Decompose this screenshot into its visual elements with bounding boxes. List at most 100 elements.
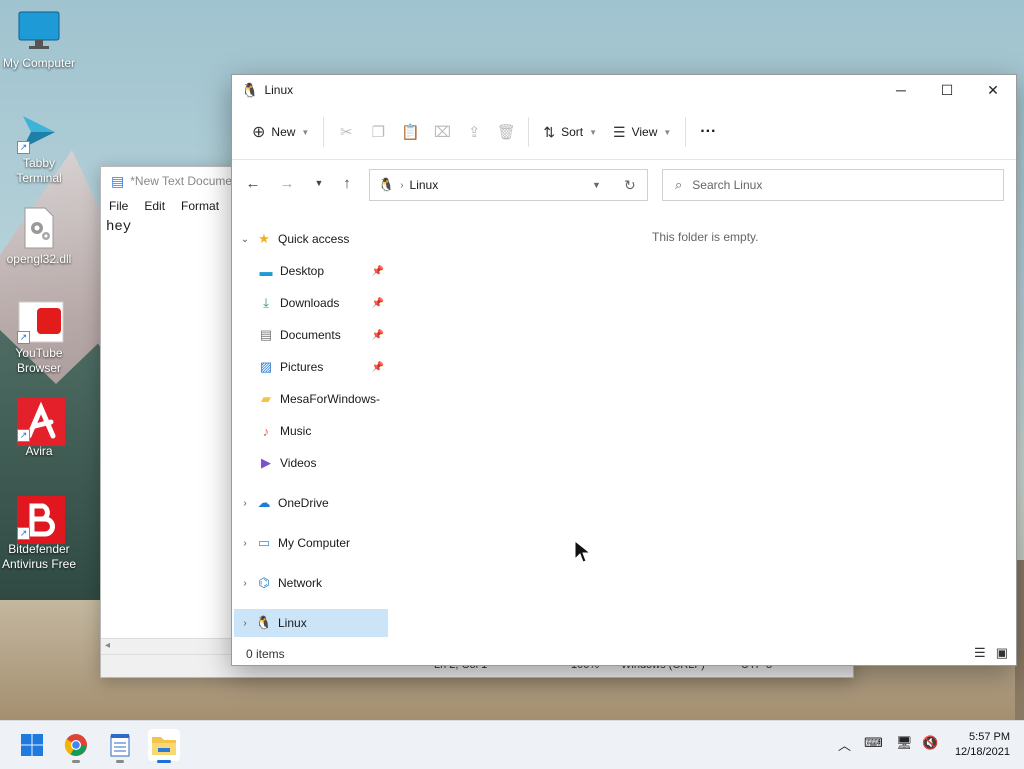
avira-icon: ↗ [17, 398, 65, 446]
scissors-icon: ✂ [340, 124, 353, 141]
desktop-icon-bitdefender[interactable]: ↗ Bitdefender Antivirus Free [0, 496, 78, 572]
chevron-right-icon[interactable]: › [234, 498, 256, 509]
clock-date: 12/18/2021 [954, 746, 1010, 758]
back-button[interactable]: ← [238, 168, 268, 198]
sort-button[interactable]: ⇅ Sort ▼ [535, 116, 605, 148]
nav-item-music[interactable]: ♪ Music [258, 417, 388, 445]
trash-icon: 🗑 [496, 124, 516, 141]
nav-linux[interactable]: › 🐧 Linux [234, 609, 388, 637]
desktop-icon-my-computer[interactable]: My Computer [0, 10, 78, 71]
share-button[interactable]: ⇪ [458, 116, 490, 148]
refresh-icon[interactable]: ↻ [624, 177, 636, 194]
cut-button[interactable]: ✂ [330, 116, 362, 148]
nav-item-videos[interactable]: ▶ Videos [258, 449, 388, 477]
new-button[interactable]: ⊕ New ▼ [244, 116, 317, 148]
volume-muted-icon[interactable]: 🔇 [922, 735, 938, 751]
desktop-icon-label: My Computer [2, 56, 76, 70]
more-options-button[interactable]: ··· [692, 116, 724, 148]
command-bar: ⊕ New ▼ ✂ ❐ 📋 ⌧ ⇪ 🗑 ⇅ Sort ▼ ☰ View ▼ ··… [232, 105, 1016, 160]
chevron-down-icon: ▼ [301, 127, 310, 137]
desktop-icon-label: YouTube Browser [15, 346, 63, 375]
search-icon: ⌕ [675, 177, 683, 192]
notepad-horizontal-scrollbar[interactable]: ◂ [101, 638, 233, 655]
rename-button[interactable]: ⌧ [426, 116, 458, 148]
tux-icon: 🐧 [241, 81, 259, 98]
chrome-icon [64, 734, 87, 756]
nav-quick-access[interactable]: ⌄ ★ Quick access [234, 225, 388, 253]
minimize-button[interactable]: ─ [878, 75, 924, 105]
explorer-title: Linux [264, 83, 294, 97]
desktop-icon-label: Bitdefender Antivirus Free [1, 542, 77, 571]
shortcut-arrow-icon: ↗ [17, 429, 30, 442]
share-icon: ⇪ [468, 124, 481, 141]
rename-icon: ⌧ [433, 124, 451, 141]
desktop-icon-avira[interactable]: ↗ Avira [0, 398, 78, 459]
nav-item-desktop[interactable]: ▬ Desktop 📌 [258, 257, 388, 285]
chevron-right-icon[interactable]: › [234, 578, 256, 589]
arrow-right-icon: → [279, 174, 295, 192]
windows-logo-icon [21, 734, 43, 756]
explorer-titlebar[interactable]: 🐧 Linux ─ ☐ ✕ [232, 75, 1016, 105]
show-hidden-icons-button[interactable]: ︿ [838, 735, 851, 754]
taskbar-file-explorer[interactable] [148, 729, 180, 763]
nav-item-pictures[interactable]: ▨ Pictures 📌 [258, 353, 388, 381]
copy-button[interactable]: ❐ [362, 116, 394, 148]
scroll-left-icon[interactable]: ◂ [105, 640, 110, 651]
tux-icon: 🐧 [255, 615, 273, 630]
star-icon: ★ [258, 231, 270, 246]
breadcrumb-linux[interactable]: Linux [410, 178, 439, 192]
view-button-label: View [631, 125, 658, 139]
nav-item-downloads[interactable]: ⤓ Downloads 📌 [258, 289, 388, 317]
recent-locations-button[interactable]: ▼ [304, 168, 334, 198]
chevron-right-icon[interactable]: › [234, 618, 256, 629]
chevron-down-icon: ▼ [589, 127, 598, 137]
address-history-chevron-icon[interactable]: ▼ [592, 180, 601, 190]
desktop-icon-tabby-terminal[interactable]: ↗ Tabby Terminal [0, 110, 78, 186]
tux-icon: 🐧 [378, 177, 395, 192]
item-count: 0 items [246, 647, 285, 661]
video-icon: ▶ [261, 455, 271, 470]
file-explorer-window[interactable]: 🐧 Linux ─ ☐ ✕ ⊕ New ▼ ✂ ❐ 📋 ⌧ ⇪ 🗑 ⇅ Sort… [231, 74, 1017, 666]
nav-onedrive[interactable]: › ☁ OneDrive [234, 489, 388, 517]
delete-button[interactable]: 🗑 [490, 116, 522, 148]
taskbar-notepad[interactable] [104, 729, 136, 763]
taskbar-chrome[interactable] [60, 729, 92, 763]
keyboard-icon[interactable]: ⌨ [864, 735, 883, 751]
system-clock[interactable]: 5:57 PM 12/18/2021 [955, 730, 1010, 760]
download-arrow-icon: ⤓ [263, 295, 269, 310]
desktop-icon-youtube-browser[interactable]: ↗ YouTube Browser [0, 300, 78, 376]
maximize-button[interactable]: ☐ [924, 75, 970, 105]
notepad-icon: ▤ [111, 172, 125, 189]
clipboard-icon: 📋 [401, 124, 420, 141]
chevron-right-icon[interactable]: › [234, 538, 256, 549]
pin-icon: 📌 [371, 265, 384, 277]
nav-network[interactable]: › ⌬ Network [234, 569, 388, 597]
nav-item-documents[interactable]: ▤ Documents 📌 [258, 321, 388, 349]
menu-edit[interactable]: Edit [144, 199, 165, 213]
forward-button[interactable]: → [272, 168, 302, 198]
start-button[interactable] [16, 729, 48, 761]
desktop-icon-opengl32-dll[interactable]: opengl32.dll [0, 206, 78, 267]
youtube-icon: ↗ [17, 300, 64, 344]
menu-format[interactable]: Format [181, 199, 219, 213]
paste-button[interactable]: 📋 [394, 116, 426, 148]
search-box[interactable]: ⌕ Search Linux [662, 169, 1004, 201]
address-bar[interactable]: 🐧 › Linux ▼ ↻ [369, 169, 648, 201]
network-status-icon[interactable]: 🖥 [896, 735, 913, 751]
chevron-down-icon[interactable]: ⌄ [234, 234, 256, 245]
notepad-title: *New Text Docume [130, 174, 233, 188]
view-button[interactable]: ☰ View ▼ [605, 116, 679, 148]
shortcut-arrow-icon: ↗ [17, 527, 30, 540]
dll-file-icon [17, 206, 61, 250]
nav-my-computer[interactable]: › ▭ My Computer [234, 529, 388, 557]
view-list-icon: ☰ [613, 123, 626, 140]
pin-icon: 📌 [371, 297, 384, 309]
menu-file[interactable]: File [109, 199, 128, 213]
nav-item-mesaforwindows[interactable]: ▰ MesaForWindows- [258, 385, 388, 413]
new-button-label: New [271, 125, 296, 139]
up-button[interactable]: ↑ [332, 168, 362, 198]
document-icon: ▤ [259, 327, 273, 342]
details-view-icon[interactable]: ☰ [974, 645, 986, 661]
close-button[interactable]: ✕ [970, 75, 1016, 105]
tiles-view-icon[interactable]: ▣ [996, 645, 1008, 661]
